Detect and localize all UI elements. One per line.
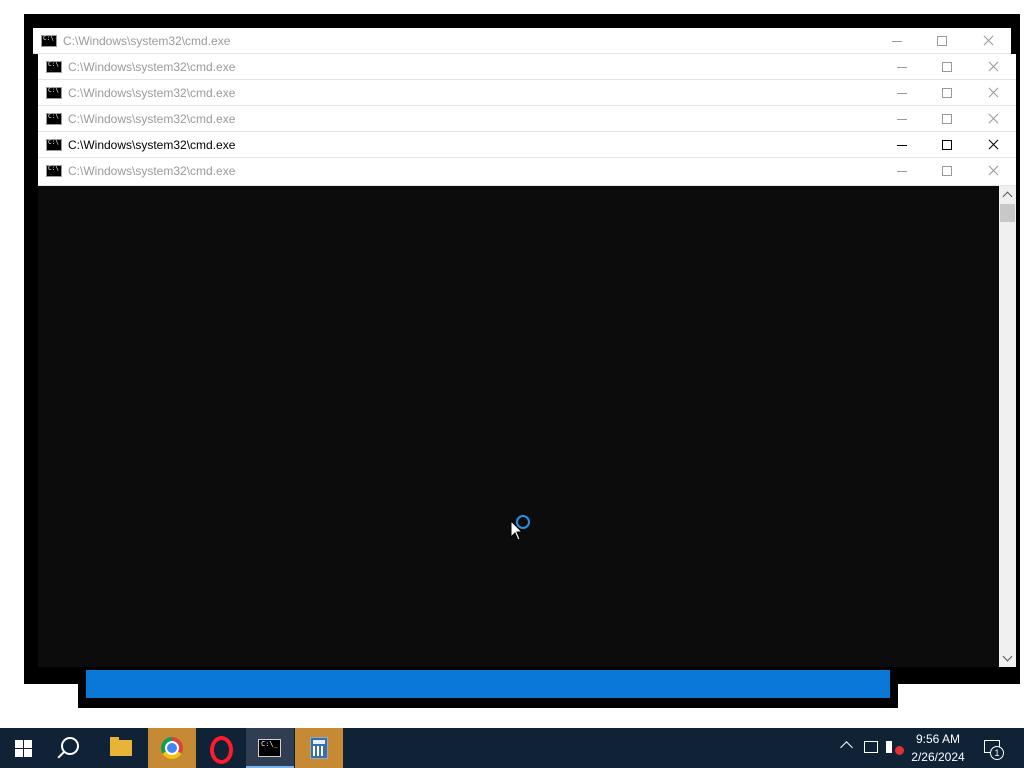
cmd-icon [46,139,62,151]
window-title: C:\Windows\system32\cmd.exe [68,138,236,152]
taskbar-cmd[interactable] [246,728,294,768]
cmd-window-titlebar-active[interactable]: C:\Windows\system32\cmd.exe [38,132,1016,158]
minimize-button[interactable] [874,28,920,54]
taskbar: 9:56 AM 2/26/2024 1 [0,728,1024,768]
cmd-icon [41,35,57,47]
opera-icon [210,736,233,764]
cmd-icon [46,113,62,125]
cmd-icon [46,87,62,99]
show-hidden-icons-chevron-icon[interactable] [840,741,853,754]
search-icon [61,737,79,755]
close-button[interactable] [970,80,1016,106]
minimize-button[interactable] [879,106,925,132]
close-button[interactable] [970,54,1016,80]
clock-date[interactable]: 2/26/2024 [908,750,968,764]
minimize-button[interactable] [879,80,925,106]
network-icon[interactable] [864,741,878,753]
vertical-scrollbar[interactable] [999,186,1016,667]
clock-time[interactable]: 9:56 AM [908,732,968,746]
start-button[interactable] [0,728,48,768]
taskbar-opera[interactable] [197,728,245,768]
close-button[interactable] [970,106,1016,132]
window-title: C:\Windows\system32\cmd.exe [68,60,236,74]
window-title: C:\Windows\system32\cmd.exe [68,86,236,100]
minimize-button[interactable] [879,158,925,184]
cmd-window-titlebar[interactable]: C:\Windows\system32\cmd.exe [38,158,1016,186]
window-title: C:\Windows\system32\cmd.exe [68,164,236,178]
window-title: C:\Windows\system32\cmd.exe [68,112,236,126]
maximize-button[interactable] [919,28,965,54]
cmd-window-titlebar[interactable]: C:\Windows\system32\cmd.exe [38,80,1016,106]
close-button[interactable] [965,28,1011,54]
minimize-button[interactable] [879,54,925,80]
scroll-down-arrow-icon[interactable] [1003,654,1012,663]
busy-spinner-icon [516,515,530,529]
taskbar-chrome[interactable] [148,728,196,768]
volume-muted-badge-icon [895,746,904,755]
close-button[interactable] [970,132,1016,158]
taskbar-file-explorer[interactable] [98,728,146,768]
cmd-window-titlebar[interactable]: C:\Windows\system32\cmd.exe [38,54,1016,80]
cmd-window-titlebar[interactable]: C:\Windows\system32\cmd.exe [38,106,1016,132]
cmd-icon [258,739,281,757]
taskbar-calculator[interactable] [295,728,343,768]
folder-icon [110,737,132,756]
volume-icon[interactable] [886,741,894,753]
notification-count-badge: 1 [990,746,1004,760]
minimize-button[interactable] [879,132,925,158]
cmd-icon [46,165,62,177]
maximize-button[interactable] [924,158,970,184]
cmd-icon [46,61,62,73]
console-output-area[interactable] [38,186,999,667]
chrome-icon [161,737,183,759]
window-title: C:\Windows\system32\cmd.exe [63,34,231,48]
scrollbar-thumb[interactable] [1000,204,1015,222]
maximize-button[interactable] [924,80,970,106]
search-button[interactable] [48,728,96,768]
cmd-window-titlebar[interactable]: C:\Windows\system32\cmd.exe [33,28,1011,54]
maximize-button[interactable] [924,54,970,80]
windows-start-icon [15,740,32,757]
scroll-up-arrow-icon[interactable] [1003,190,1012,199]
maximize-button[interactable] [924,106,970,132]
background-window-titlebar [86,670,890,698]
maximize-button[interactable] [924,132,970,158]
close-button[interactable] [970,158,1016,184]
calculator-icon [310,737,328,759]
